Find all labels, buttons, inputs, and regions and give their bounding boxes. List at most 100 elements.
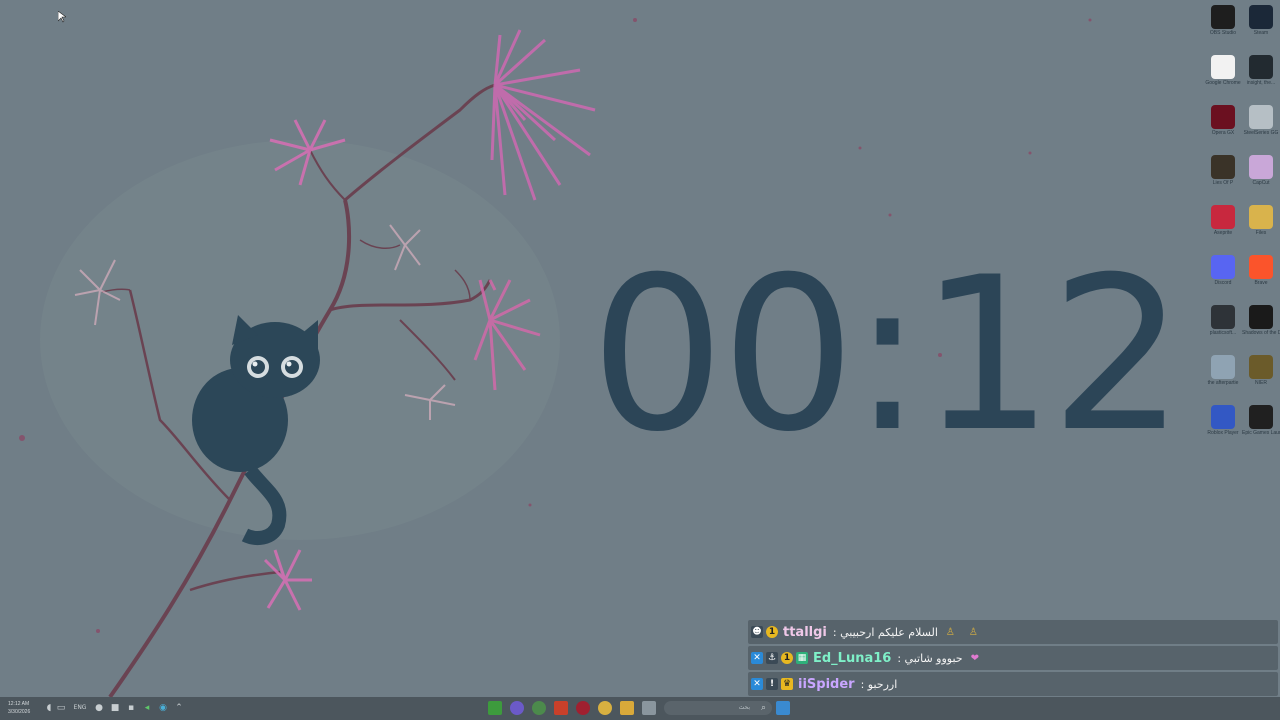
- desktop-shortcut-label: Epic Games Launcher: [1242, 430, 1280, 436]
- task-view-icon[interactable]: [642, 701, 656, 715]
- desktop-shortcut-label: Files: [1255, 230, 1267, 236]
- desktop-shortcut-label: Opera GX: [1211, 130, 1235, 136]
- desktop-shortcut-label: Brave: [1254, 280, 1268, 286]
- desktop-shortcut[interactable]: Lies Of P: [1204, 152, 1242, 198]
- shadows-icon: [1249, 305, 1273, 329]
- folder-icon: [1249, 205, 1273, 229]
- chrome-icon: [1211, 55, 1235, 79]
- tray-app-icon[interactable]: ◉: [158, 703, 168, 713]
- tray-date: 3/30/2026: [8, 709, 31, 715]
- desktop-shortcut[interactable]: SteelSeries GG: [1242, 102, 1280, 148]
- desktop-shortcut[interactable]: plasticsoft...: [1204, 302, 1242, 348]
- prime-badge: ✕: [751, 652, 763, 664]
- tray-app-icon[interactable]: ▪: [126, 703, 136, 713]
- desktop-shortcut[interactable]: Aseprite: [1204, 202, 1242, 248]
- desktop-shortcut[interactable]: the afterpartie: [1204, 352, 1242, 398]
- search-placeholder: بحث: [738, 704, 750, 711]
- desktop-shortcut[interactable]: Steam: [1242, 2, 1280, 48]
- xbox-app-icon[interactable]: [488, 701, 502, 715]
- discord-icon: [1211, 255, 1235, 279]
- desktop-shortcut-label: plasticsoft...: [1209, 330, 1237, 336]
- sub-badge: 1: [766, 626, 778, 638]
- start-icon[interactable]: [776, 701, 790, 715]
- desktop-shortcut-label: CapCut: [1252, 180, 1270, 186]
- desktop-shortcut-label: Shadows of the Damn...: [1242, 330, 1280, 336]
- capcut-icon: [1249, 155, 1273, 179]
- taskbar: 12:12 AM 3/30/2026 ◖ ▭ ENG ● ■ ▪ ◂ ◉ ⌃ ب…: [0, 697, 1280, 720]
- steelseries-icon: [1249, 105, 1273, 129]
- tray-clock[interactable]: 12:12 AM 3/30/2026: [8, 700, 40, 716]
- vip-badge: !: [766, 678, 778, 690]
- lies-of-p-icon: [1211, 155, 1235, 179]
- file-explorer-icon[interactable]: [620, 701, 634, 715]
- brave-icon: [1249, 255, 1273, 279]
- desktop-shortcut-label: NIER: [1255, 380, 1267, 386]
- countdown-clock: 00:12: [590, 231, 1185, 478]
- desktop-shortcut[interactable]: Discord: [1204, 252, 1242, 298]
- desktop-shortcut-label: Discord: [1214, 280, 1232, 286]
- desktop-shortcut[interactable]: Epic Games Launcher: [1242, 402, 1280, 448]
- epic-games-icon: [1249, 405, 1273, 429]
- desktop-shortcut[interactable]: OBS Studio: [1204, 2, 1242, 48]
- emote-icon: ♙: [945, 626, 955, 638]
- opera-gx-icon: [1211, 105, 1235, 129]
- tray-app-icon[interactable]: ■: [110, 703, 120, 713]
- chat-message: ✕ ⚓ 1 ▦ Ed_Luna16 حبووو شاتبي : ❤: [748, 646, 1278, 670]
- obs-icon: [1211, 5, 1235, 29]
- desktop-shortcut-label: SteelSeries GG: [1243, 130, 1279, 136]
- chat-message-text: حبووو شاتبي :: [897, 651, 963, 665]
- moderator-badge: ☻: [751, 626, 763, 638]
- steam-icon: [1249, 5, 1273, 29]
- desktop-shortcut-label: Google Chrome: [1205, 80, 1241, 86]
- chat-message-text: اررحبو :: [860, 677, 898, 691]
- desktop-shortcut[interactable]: CapCut: [1242, 152, 1280, 198]
- aseprite-icon: [1211, 205, 1235, 229]
- desktop-shortcut[interactable]: Shadows of the Damn...: [1242, 302, 1280, 348]
- app-icon: [1211, 305, 1235, 329]
- chat-message: ☻ 1 ttallgi السلام عليكم ارحبيبي : ♙ ♙: [748, 620, 1278, 644]
- taskbar-search-box[interactable]: بحث ⌕: [664, 701, 772, 715]
- desktop-shortcut[interactable]: Opera GX: [1204, 102, 1242, 148]
- chat-username: iiSpider: [798, 676, 855, 692]
- desktop-shortcut-label: the afterpartie: [1207, 380, 1239, 386]
- emote-icon: ♙: [968, 626, 978, 638]
- desktop-shortcut-label: Aseprite: [1213, 230, 1233, 236]
- nier-icon: [1249, 355, 1273, 379]
- desktop-shortcut[interactable]: Google Chrome: [1204, 52, 1242, 98]
- desktop-shortcut-label: Roblox Player: [1207, 430, 1239, 436]
- desktop-shortcut[interactable]: insight, the...: [1242, 52, 1280, 98]
- desktop-shortcut-label: insight, the...: [1246, 80, 1276, 86]
- roblox-icon: [1211, 405, 1235, 429]
- chat-username: Ed_Luna16: [813, 650, 892, 666]
- desktop: 00:12 OBS Studio Steam Google Chrome insigh…: [0, 0, 1280, 720]
- bits-badge: ▦: [796, 652, 808, 664]
- volume-icon[interactable]: ◖: [44, 703, 54, 713]
- desktop-shortcut[interactable]: NIER: [1242, 352, 1280, 398]
- crown-badge: ♛: [781, 678, 793, 690]
- xbox-taskbar-icon[interactable]: [532, 701, 546, 715]
- desktop-shortcut[interactable]: Brave: [1242, 252, 1280, 298]
- stream-chat-overlay: ☻ 1 ttallgi السلام عليكم ارحبيبي : ♙ ♙ ✕…: [748, 620, 1280, 697]
- chat-username: ttallgi: [783, 624, 827, 640]
- search-icon: ⌕: [760, 703, 766, 713]
- prime-badge: ✕: [751, 678, 763, 690]
- chrome-taskbar-icon[interactable]: [598, 701, 612, 715]
- microphone-icon[interactable]: ●: [94, 703, 104, 713]
- discord-taskbar-icon[interactable]: [510, 701, 524, 715]
- tray-app-icon[interactable]: ◂: [142, 703, 152, 713]
- network-icon[interactable]: ▭: [56, 703, 66, 713]
- brave-taskbar-icon[interactable]: [554, 701, 568, 715]
- language-indicator[interactable]: ENG: [72, 703, 88, 713]
- desktop-shortcut[interactable]: Roblox Player: [1204, 402, 1242, 448]
- heart-emote-icon: ❤: [970, 652, 979, 664]
- opera-gx-taskbar-icon[interactable]: [576, 701, 590, 715]
- tray-overflow-chevron-icon[interactable]: ⌃: [174, 703, 184, 713]
- chat-message-text: السلام عليكم ارحبيبي :: [832, 625, 938, 639]
- desktop-shortcut-label: Steam: [1253, 30, 1269, 36]
- desktop-shortcut-label: OBS Studio: [1209, 30, 1237, 36]
- desktop-shortcut[interactable]: Files: [1242, 202, 1280, 248]
- chat-message: ✕ ! ♛ iiSpider اررحبو :: [748, 672, 1278, 696]
- sub-badge: 1: [781, 652, 793, 664]
- desktop-icon-grid: OBS Studio Steam Google Chrome insight, the…: [1200, 0, 1280, 450]
- mouse-cursor: [57, 8, 67, 27]
